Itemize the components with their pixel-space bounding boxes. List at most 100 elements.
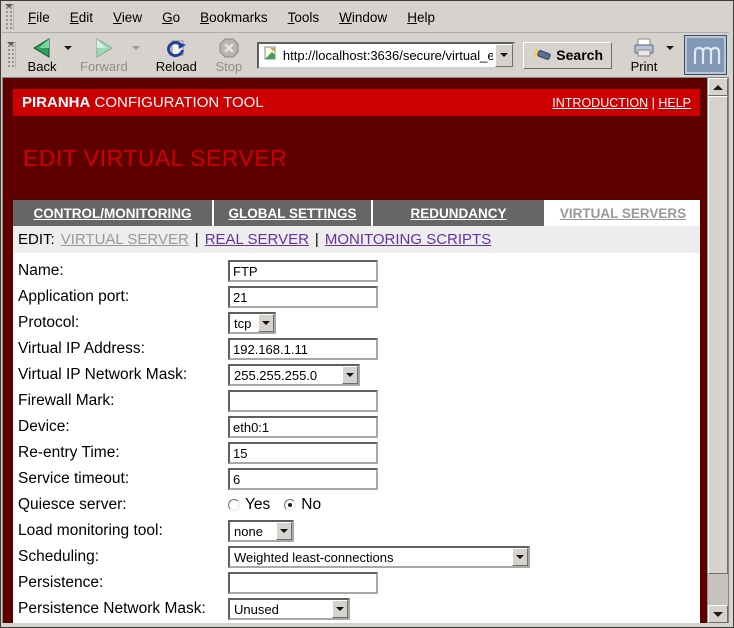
back-label: Back bbox=[28, 59, 57, 74]
field-label: Service timeout: bbox=[18, 470, 228, 488]
print-button[interactable]: Print bbox=[622, 35, 666, 76]
field-label: Re-entry Time: bbox=[18, 444, 228, 462]
field-label: Name: bbox=[18, 262, 228, 280]
subnav-separator: | bbox=[195, 231, 199, 248]
scroll-down-button[interactable] bbox=[708, 605, 728, 623]
form-row-service-timeout: Service timeout: bbox=[18, 466, 700, 492]
back-icon bbox=[30, 37, 54, 59]
persistence-field[interactable] bbox=[228, 572, 378, 594]
banner-link-separator: | bbox=[652, 96, 655, 110]
field-label: Scheduling: bbox=[18, 548, 228, 566]
menu-window[interactable]: Window bbox=[329, 6, 397, 29]
form-row-name: Name: bbox=[18, 258, 700, 284]
tab-virtual-servers[interactable]: VIRTUAL SERVERS bbox=[546, 200, 700, 226]
application-port-field[interactable] bbox=[228, 286, 378, 308]
form-row-reentry-time: Re-entry Time: bbox=[18, 440, 700, 466]
scrollbar-track[interactable] bbox=[708, 574, 728, 605]
reload-button[interactable]: Reload bbox=[152, 35, 201, 76]
field-label: Load monitoring tool: bbox=[18, 522, 228, 540]
form-row-virtual-ip-mask: Virtual IP Network Mask: 255.255.255.0 bbox=[18, 362, 700, 388]
menu-file[interactable]: File bbox=[18, 6, 60, 29]
protocol-select[interactable]: tcp bbox=[228, 312, 276, 334]
form-row-load-monitoring: Load monitoring tool: none bbox=[18, 518, 700, 544]
scheduling-select[interactable]: Weighted least-connections bbox=[228, 546, 530, 568]
form-row-firewall-mark: Firewall Mark: bbox=[18, 388, 700, 414]
field-label: Firewall Mark: bbox=[18, 392, 228, 410]
flashlight-icon bbox=[532, 45, 552, 66]
navigation-toolbar: Back Forward Reload bbox=[2, 32, 729, 77]
quiesce-yes-radio[interactable] bbox=[228, 499, 240, 511]
url-input[interactable] bbox=[281, 48, 495, 63]
field-label: Protocol: bbox=[18, 314, 228, 332]
print-label: Print bbox=[631, 59, 658, 74]
url-history-dropdown[interactable] bbox=[495, 44, 513, 67]
subnav-separator: | bbox=[315, 231, 319, 248]
virtual-ip-mask-select[interactable]: 255.255.255.0 bbox=[228, 364, 360, 386]
menu-edit[interactable]: Edit bbox=[60, 6, 103, 29]
service-timeout-field[interactable] bbox=[228, 468, 378, 490]
forward-dropdown-caret[interactable] bbox=[132, 46, 140, 54]
load-monitoring-select[interactable]: none bbox=[228, 520, 294, 542]
device-field[interactable] bbox=[228, 416, 378, 438]
firewall-mark-field[interactable] bbox=[228, 390, 378, 412]
tab-control-monitoring[interactable]: CONTROL/MONITORING bbox=[13, 200, 214, 226]
virtual-ip-mask-value: 255.255.255.0 bbox=[230, 368, 342, 383]
form-row-device: Device: bbox=[18, 414, 700, 440]
select-arrow-icon bbox=[512, 548, 528, 566]
scroll-up-button[interactable] bbox=[708, 78, 728, 96]
tab-redundancy[interactable]: REDUNDANCY bbox=[373, 200, 546, 226]
virtual-server-form: Name: Application port: Protocol: tcp bbox=[13, 253, 700, 622]
menu-tools[interactable]: Tools bbox=[278, 6, 330, 29]
subnav-monitoring-scripts-link[interactable]: MONITORING SCRIPTS bbox=[325, 231, 491, 248]
browser-window: File Edit View Go Bookmarks Tools Window… bbox=[0, 0, 734, 628]
browser-viewport: PIRANHA CONFIGURATION TOOL INTRODUCTION … bbox=[2, 77, 729, 623]
bookmark-page-icon[interactable] bbox=[262, 45, 278, 66]
search-label: Search bbox=[556, 47, 603, 63]
back-dropdown-caret[interactable] bbox=[64, 46, 72, 54]
tab-global-settings[interactable]: GLOBAL SETTINGS bbox=[214, 200, 373, 226]
url-bar bbox=[257, 42, 515, 69]
select-arrow-icon bbox=[276, 522, 292, 540]
menu-view[interactable]: View bbox=[103, 6, 152, 29]
scheduling-value: Weighted least-connections bbox=[230, 550, 512, 565]
scrollbar-thumb[interactable] bbox=[708, 96, 728, 574]
subnav-real-server-link[interactable]: REAL SERVER bbox=[205, 231, 309, 248]
toolbar-grip-handle[interactable] bbox=[6, 42, 16, 68]
menu-go[interactable]: Go bbox=[152, 6, 190, 29]
piranha-page: PIRANHA CONFIGURATION TOOL INTRODUCTION … bbox=[3, 78, 707, 623]
piranha-brand: PIRANHA CONFIGURATION TOOL bbox=[22, 94, 264, 111]
vertical-scrollbar bbox=[707, 78, 728, 623]
help-link[interactable]: HELP bbox=[658, 96, 691, 110]
brand-bold: PIRANHA bbox=[22, 94, 90, 111]
field-label: Device: bbox=[18, 418, 228, 436]
field-label: Quiesce server: bbox=[18, 496, 228, 514]
stop-icon bbox=[217, 37, 241, 59]
form-row-protocol: Protocol: tcp bbox=[18, 310, 700, 336]
field-label: Persistence Network Mask: bbox=[18, 600, 228, 618]
subnav-virtual-server-current[interactable]: VIRTUAL SERVER bbox=[61, 231, 189, 248]
stop-button[interactable]: Stop bbox=[207, 35, 251, 76]
page-title: EDIT VIRTUAL SERVER bbox=[23, 145, 707, 172]
persistence-mask-select[interactable]: Unused bbox=[228, 598, 350, 620]
reentry-time-field[interactable] bbox=[228, 442, 378, 464]
select-arrow-icon bbox=[332, 600, 348, 618]
menu-bar: File Edit View Go Bookmarks Tools Window… bbox=[2, 2, 729, 32]
persistence-mask-value: Unused bbox=[230, 602, 332, 617]
content-panel: CONTROL/MONITORING GLOBAL SETTINGS REDUN… bbox=[13, 200, 700, 623]
introduction-link[interactable]: INTRODUCTION bbox=[552, 96, 648, 110]
print-dropdown-caret[interactable] bbox=[666, 46, 674, 54]
menu-bookmarks[interactable]: Bookmarks bbox=[190, 6, 278, 29]
form-row-scheduling: Scheduling: Weighted least-connections bbox=[18, 544, 700, 570]
reload-icon bbox=[164, 37, 188, 59]
forward-button[interactable]: Forward bbox=[76, 35, 132, 76]
back-button[interactable]: Back bbox=[20, 35, 64, 76]
virtual-ip-field[interactable] bbox=[228, 338, 378, 360]
menu-help[interactable]: Help bbox=[397, 6, 445, 29]
search-button[interactable]: Search bbox=[523, 42, 612, 69]
quiesce-yes-label: Yes bbox=[245, 496, 270, 514]
name-field[interactable] bbox=[228, 260, 378, 282]
mozilla-logo[interactable] bbox=[684, 35, 727, 75]
load-monitoring-value: none bbox=[230, 524, 276, 539]
menubar-grip-handle[interactable] bbox=[4, 4, 14, 30]
quiesce-no-radio[interactable] bbox=[284, 499, 296, 511]
